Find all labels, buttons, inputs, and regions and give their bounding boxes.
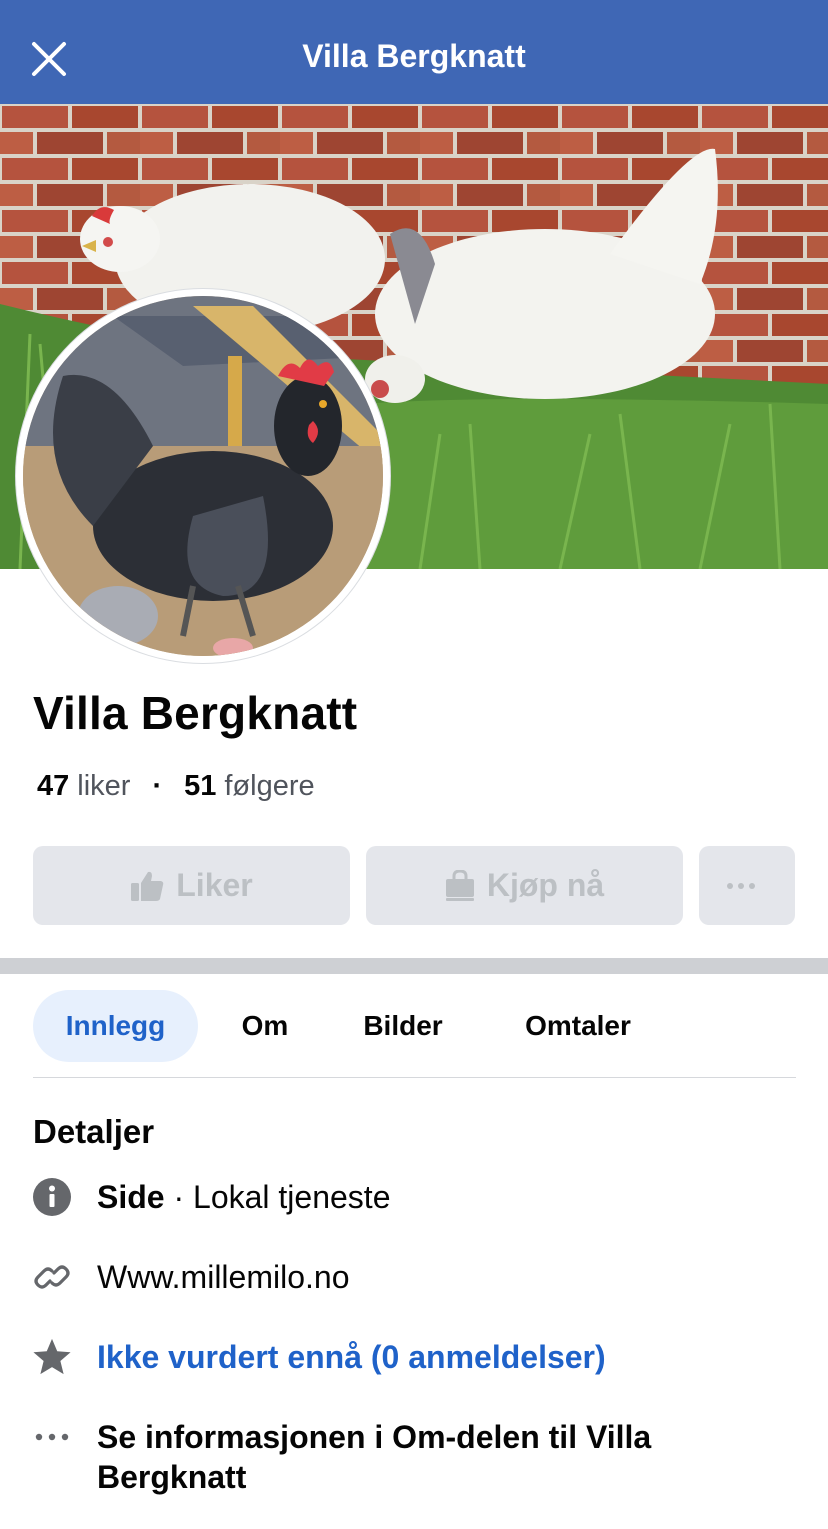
page-title: Villa Bergknatt [302,38,526,74]
detail-category: Side · Lokal tjeneste [97,1177,797,1217]
shopping-bag-icon [445,869,474,901]
thumbs-up-icon [131,871,164,901]
page-stats: 47 liker · 51 følgere [37,770,315,803]
more-dots-icon [32,1417,72,1457]
section-divider [0,958,828,974]
like-button[interactable]: Liker [33,846,350,925]
tab-om[interactable]: Om [225,990,305,1062]
category-value: Lokal tjeneste [193,1179,391,1215]
details-heading: Detaljer [33,1113,155,1150]
more-options-button[interactable] [699,846,795,925]
category-type: Side [97,1179,165,1215]
tabs-divider [33,1077,796,1078]
likes-label[interactable]: liker [77,770,130,803]
like-button-label: Liker [176,867,253,903]
rating-link[interactable]: Ikke vurdert ennå (0 anmeldelser) [97,1337,797,1377]
star-icon [32,1337,72,1377]
tab-bilder[interactable]: Bilder [343,990,463,1062]
page-name: Villa Bergknatt [33,687,358,739]
about-section-link[interactable]: Se informasjonen i Om-delen til Villa Be… [97,1417,717,1497]
top-bar: Villa Bergknatt [0,0,828,104]
profile-avatar[interactable] [16,289,390,663]
followers-label[interactable]: følgere [224,770,314,803]
link-icon [32,1257,72,1297]
shop-now-button[interactable]: Kjøp nå [366,846,683,925]
tab-omtaler[interactable]: Omtaler [503,990,653,1062]
tab-innlegg[interactable]: Innlegg [33,990,198,1062]
stats-separator: · [152,770,163,802]
info-icon [32,1177,72,1217]
category-separator: · [164,1179,194,1215]
shop-now-label: Kjøp nå [486,867,605,903]
more-dots-icon [727,882,755,889]
website-link[interactable]: Www.millemilo.no [97,1257,797,1297]
likes-count[interactable]: 47 [37,770,69,803]
followers-count[interactable]: 51 [184,770,216,803]
